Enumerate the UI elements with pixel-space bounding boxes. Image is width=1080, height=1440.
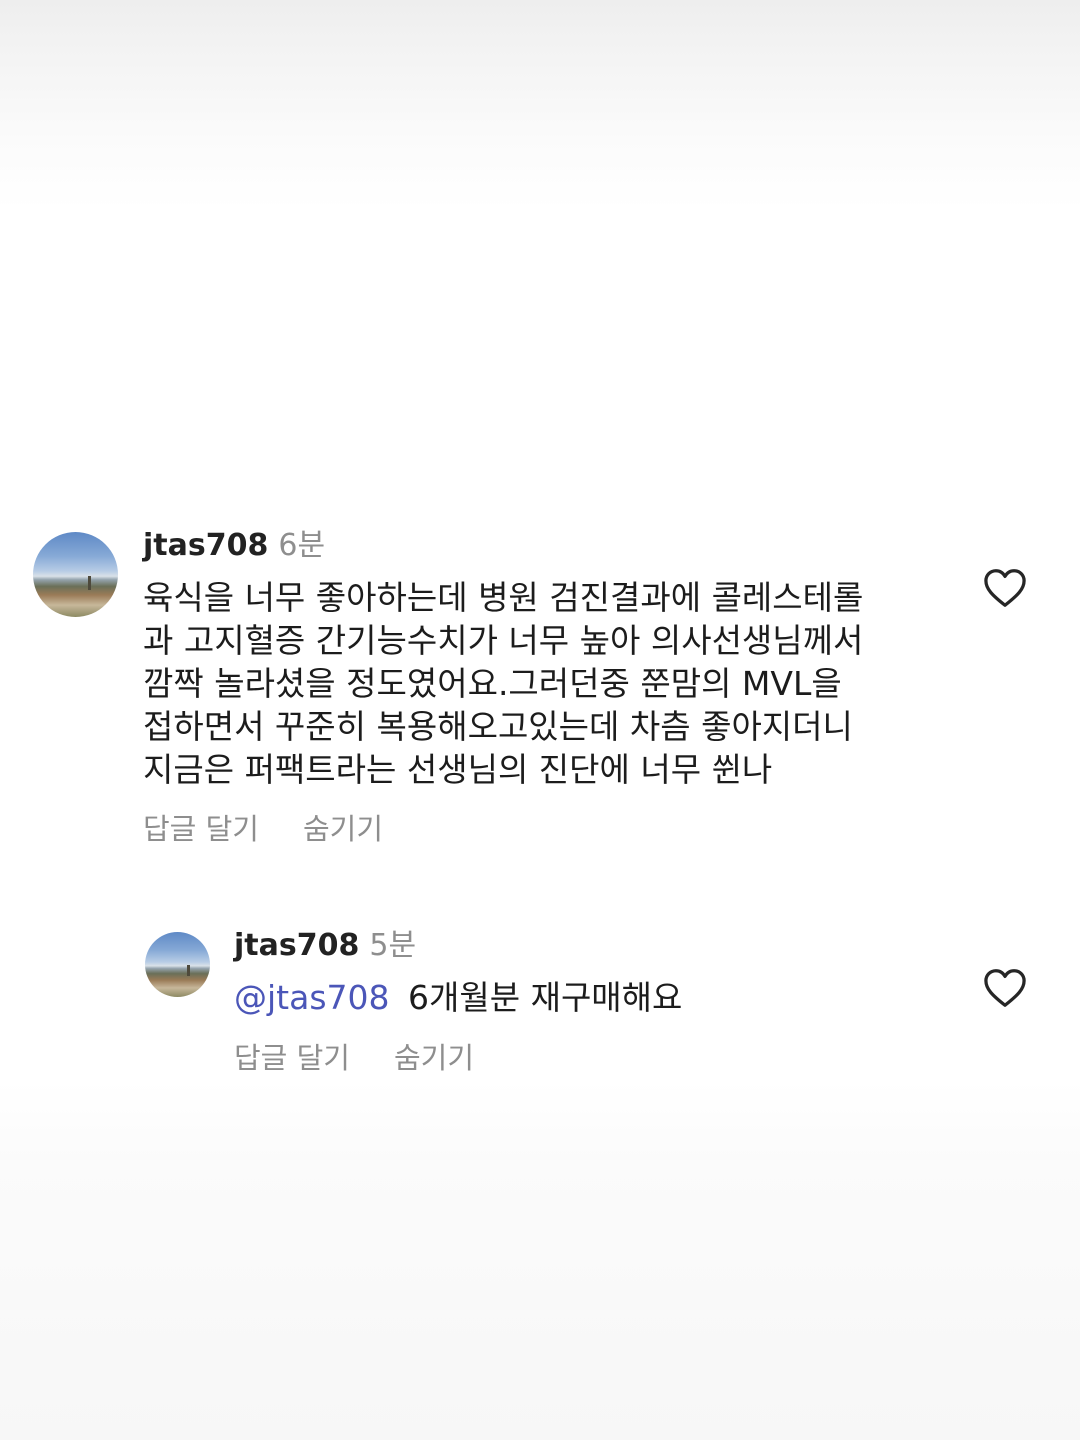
heart-outline-icon[interactable] — [983, 568, 1027, 608]
comment-header: jtas708 6분 — [143, 531, 325, 561]
comment-time: 5분 — [369, 928, 417, 963]
comment-actions: 답글 달기 숨기기 — [234, 1044, 474, 1073]
hide-button[interactable]: 숨기기 — [394, 1041, 474, 1075]
mention-link[interactable]: @jtas708 — [234, 978, 390, 1017]
user-avatar[interactable] — [145, 932, 210, 997]
comment-text: 육식을 너무 좋아하는데 병원 검진결과에 콜레스테롤 과 고지혈증 간기능수치… — [143, 578, 864, 789]
comment-header: jtas708 5분 — [234, 931, 416, 961]
comment-text: 6개월분 재구매해요 — [408, 978, 683, 1017]
reply-button[interactable]: 답글 달기 — [143, 812, 259, 846]
user-avatar[interactable] — [33, 532, 118, 617]
heart-outline-icon[interactable] — [983, 968, 1027, 1008]
comment-time: 6분 — [278, 528, 326, 563]
comment-text-line: @jtas708 6개월분 재구매해요 — [234, 976, 682, 1019]
reply-button[interactable]: 답글 달기 — [234, 1041, 350, 1075]
username[interactable]: jtas708 — [143, 528, 268, 563]
hide-button[interactable]: 숨기기 — [303, 812, 383, 846]
username[interactable]: jtas708 — [234, 928, 359, 963]
comment-actions: 답글 달기 숨기기 — [143, 815, 383, 844]
